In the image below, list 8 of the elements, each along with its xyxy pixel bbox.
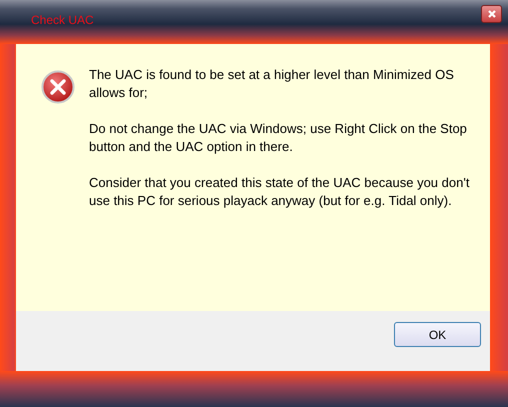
message-text: Consider that you created this state of the UAC because you don't use this PC for serious playack anyway (but for e.g. Tidal only).: [89, 174, 470, 210]
message-text: The UAC is found to be set at a higher level than Minimized OS allows for;: [89, 66, 455, 102]
ok-button[interactable]: OK: [394, 322, 481, 347]
error-icon: [41, 70, 75, 104]
close-icon: [486, 9, 496, 19]
message-text: Do not change the UAC via Windows; use Right Click on the Stop button and the UAC option in there.: [89, 120, 468, 156]
window-title: Check UAC: [31, 13, 94, 27]
close-button[interactable]: [481, 5, 502, 23]
